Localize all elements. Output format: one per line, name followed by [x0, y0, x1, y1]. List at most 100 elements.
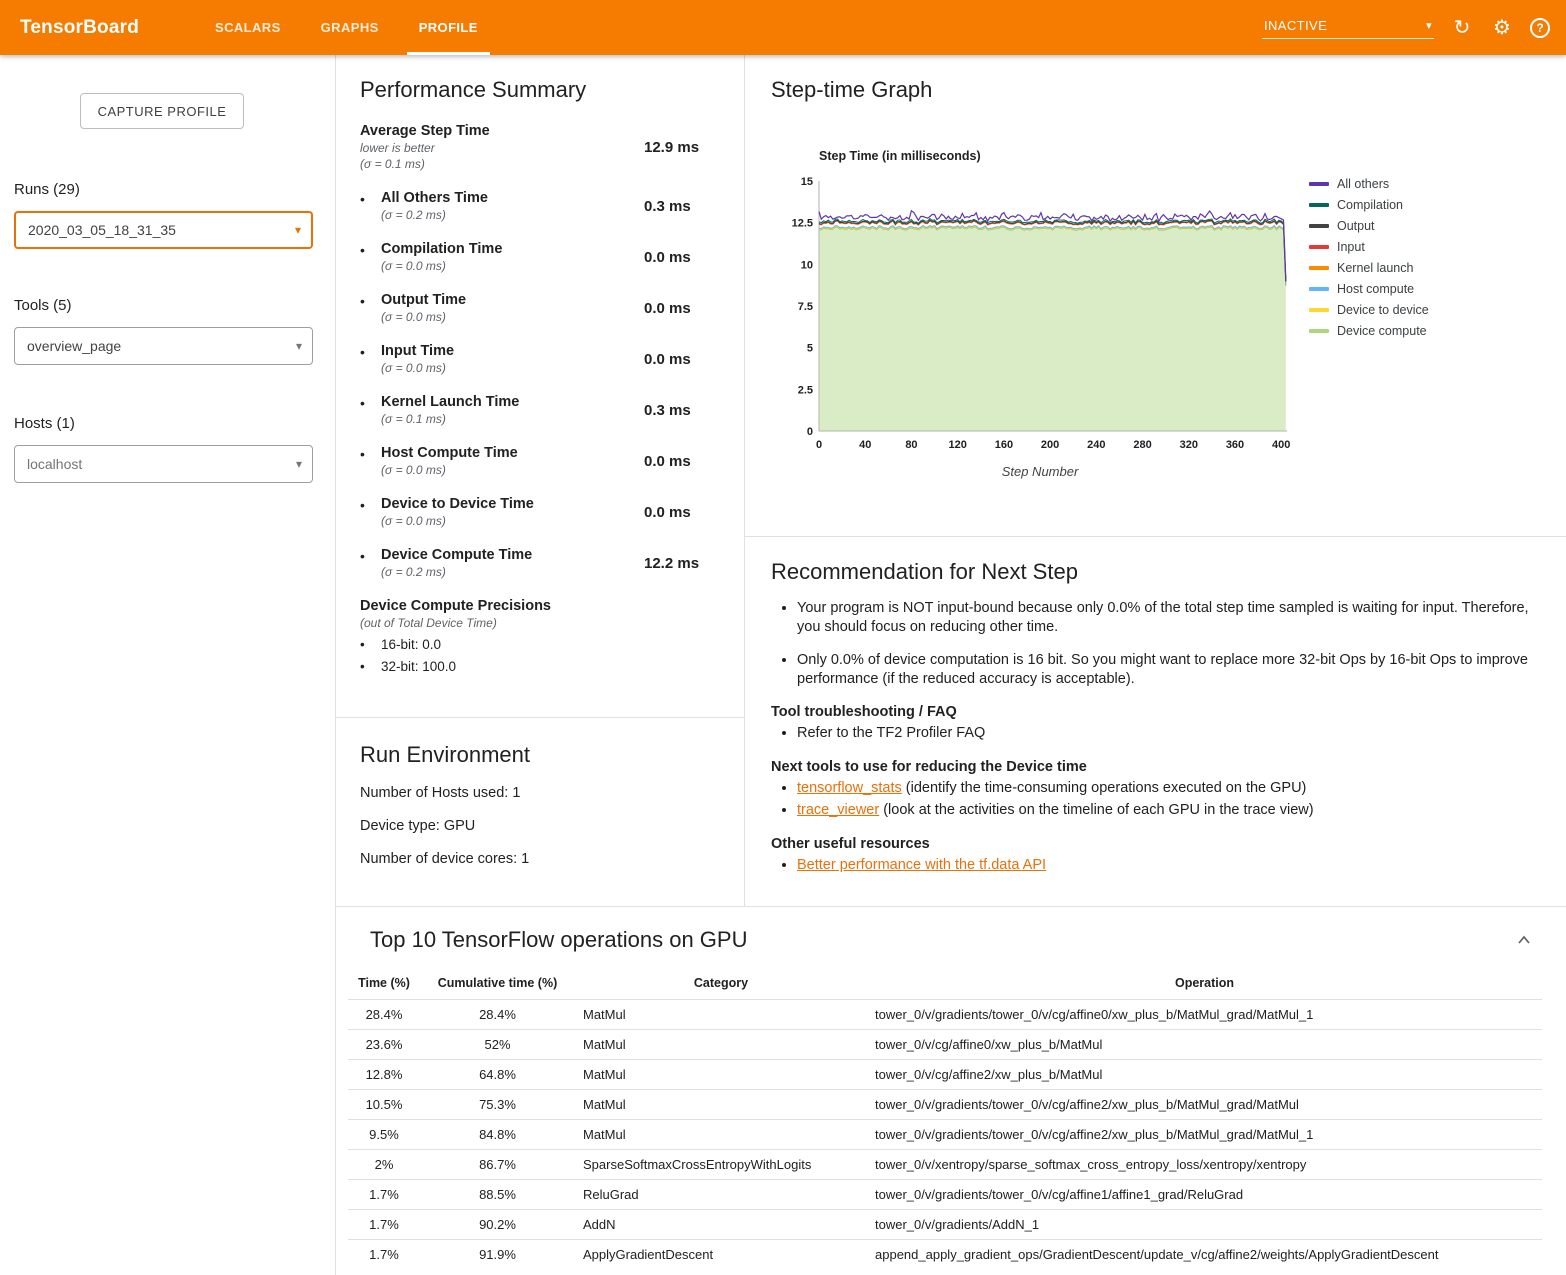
column-header: Cumulative time (%) [420, 969, 575, 1000]
recommendation-list: Refer to the TF2 Profiler FAQ [797, 724, 1540, 744]
settings-gear-icon[interactable]: ⚙ [1490, 18, 1514, 38]
legend-item[interactable]: Device to device [1309, 299, 1429, 320]
metric-value: 0.3 ms [644, 402, 720, 419]
runs-dropdown[interactable]: 2020_03_05_18_31_35 ▾ [14, 211, 313, 249]
tools-label: Tools (5) [14, 297, 313, 314]
table-row: 1.7%88.5%ReluGradtower_0/v/gradients/tow… [348, 1180, 1542, 1210]
table-cell: 9.5% [348, 1120, 420, 1150]
metric-sigma: (σ = 0.0 ms) [381, 310, 644, 324]
table-cell: tower_0/v/gradients/tower_0/v/cg/affine2… [867, 1120, 1542, 1150]
table-cell: 28.4% [348, 1000, 420, 1030]
svg-text:320: 320 [1180, 439, 1198, 451]
recommendation-sections: Tool troubleshooting / FAQRefer to the T… [771, 704, 1540, 875]
table-cell: 12.8% [348, 1060, 420, 1090]
legend-label: All others [1337, 177, 1389, 191]
table-cell: tower_0/v/cg/affine0/xw_plus_b/MatMul [867, 1030, 1542, 1060]
run-environment-title: Run Environment [360, 742, 720, 768]
status-dropdown[interactable]: INACTIVE ▾ [1262, 16, 1434, 39]
tab-graphs[interactable]: GRAPHS [307, 0, 393, 55]
tab-profile[interactable]: PROFILE [405, 0, 492, 55]
metric-label: Device to Device Time [381, 496, 644, 512]
help-icon[interactable]: ? [1530, 18, 1550, 38]
tools-field: Tools (5) overview_page ▾ [14, 297, 313, 365]
capture-profile-button[interactable]: CAPTURE PROFILE [80, 93, 244, 129]
metric-label: Average Step Time [360, 123, 644, 139]
hosts-dropdown-value: localhost [27, 456, 82, 472]
table-cell: 10.5% [348, 1090, 420, 1120]
hosts-label: Hosts (1) [14, 415, 313, 432]
tools-dropdown-value: overview_page [27, 338, 121, 354]
runs-dropdown-value: 2020_03_05_18_31_35 [28, 222, 176, 238]
bullet-icon: • [360, 394, 381, 411]
legend-item[interactable]: Kernel launch [1309, 257, 1429, 278]
legend-item[interactable]: Compilation [1309, 194, 1429, 215]
metric-body: Input Time(σ = 0.0 ms) [381, 343, 644, 375]
precisions-block: Device Compute Precisions (out of Total … [360, 598, 720, 674]
chart-xlabel: Step Number [785, 464, 1295, 479]
metric-sigma: (σ = 0.1 ms) [381, 412, 644, 426]
recommendation-title: Recommendation for Next Step [771, 559, 1540, 585]
tab-scalars[interactable]: SCALARS [201, 0, 295, 55]
precision-line: •16-bit: 0.0 [360, 637, 720, 652]
metric-value: 0.0 ms [644, 351, 720, 368]
table-cell: tower_0/v/gradients/tower_0/v/cg/affine1… [867, 1180, 1542, 1210]
metric-body: Device Compute Time(σ = 0.2 ms) [381, 547, 644, 579]
legend-label: Device compute [1337, 324, 1427, 338]
svg-text:15: 15 [801, 176, 813, 188]
refresh-icon[interactable]: ↻ [1450, 18, 1474, 38]
recommendation-link[interactable]: Better performance with the tf.data API [797, 857, 1046, 873]
table-cell: 2% [348, 1150, 420, 1180]
metric-row: •Device to Device Time(σ = 0.0 ms)0.0 ms [360, 496, 720, 528]
table-cell: tower_0/v/xentropy/sparse_softmax_cross_… [867, 1150, 1542, 1180]
metric-row: •Input Time(σ = 0.0 ms)0.0 ms [360, 343, 720, 375]
table-row: 10.5%75.3%MatMultower_0/v/gradients/towe… [348, 1090, 1542, 1120]
bullet-icon: • [360, 292, 381, 309]
runs-label: Runs (29) [14, 181, 313, 198]
status-dropdown-value: INACTIVE [1264, 18, 1327, 33]
legend-swatch-icon [1309, 266, 1329, 270]
top-grid: Performance Summary Average Step Timelow… [336, 55, 1566, 906]
bullet-icon: • [360, 190, 381, 207]
bullet-icon: • [360, 496, 381, 513]
table-row: 1.7%90.2%AddNtower_0/v/gradients/AddN_1 [348, 1210, 1542, 1240]
recommendation-link[interactable]: tensorflow_stats [797, 780, 902, 796]
metric-sigma: (σ = 0.0 ms) [381, 514, 644, 528]
legend-item[interactable]: All others [1309, 173, 1429, 194]
table-cell: 75.3% [420, 1090, 575, 1120]
tools-dropdown[interactable]: overview_page ▾ [14, 327, 313, 365]
svg-text:2.5: 2.5 [798, 384, 813, 396]
svg-text:200: 200 [1041, 439, 1059, 451]
hosts-dropdown[interactable]: localhost ▾ [14, 445, 313, 483]
legend-item[interactable]: Output [1309, 215, 1429, 236]
legend-swatch-icon [1309, 308, 1329, 312]
chevron-down-icon: ▾ [296, 339, 302, 353]
legend-item[interactable]: Device compute [1309, 320, 1429, 341]
legend-label: Host compute [1337, 282, 1414, 296]
table-cell: MatMul [575, 1030, 867, 1060]
recommendation-card: Recommendation for Next Step Your progra… [745, 537, 1566, 906]
table-cell: MatMul [575, 1120, 867, 1150]
svg-text:280: 280 [1133, 439, 1151, 451]
recommendation-bullet: Only 0.0% of device computation is 16 bi… [797, 651, 1540, 690]
bullet-icon: • [360, 547, 381, 564]
runs-field: Runs (29) 2020_03_05_18_31_35 ▾ [14, 181, 313, 249]
column-header: Category [575, 969, 867, 1000]
svg-text:12.5: 12.5 [792, 218, 813, 230]
table-cell: 28.4% [420, 1000, 575, 1030]
table-cell: SparseSoftmaxCrossEntropyWithLogits [575, 1150, 867, 1180]
collapse-chevron-up-icon[interactable] [1512, 928, 1536, 952]
top-ops-title: Top 10 TensorFlow operations on GPU [370, 927, 747, 953]
recommendation-item: Better performance with the tf.data API [797, 856, 1540, 876]
metric-row: •Device Compute Time(σ = 0.2 ms)12.2 ms [360, 547, 720, 579]
bullet-icon: • [360, 343, 381, 360]
metric-sigma: (σ = 0.2 ms) [381, 565, 644, 579]
performance-summary-title: Performance Summary [360, 77, 720, 103]
legend-item[interactable]: Input [1309, 236, 1429, 257]
legend-label: Device to device [1337, 303, 1429, 317]
recommendation-link[interactable]: trace_viewer [797, 802, 879, 818]
precision-value: 32-bit: 100.0 [381, 659, 456, 674]
tab-bar: SCALARSGRAPHSPROFILE [195, 0, 498, 55]
legend-item[interactable]: Host compute [1309, 278, 1429, 299]
legend-swatch-icon [1309, 203, 1329, 207]
metric-body: Compilation Time(σ = 0.0 ms) [381, 241, 644, 273]
